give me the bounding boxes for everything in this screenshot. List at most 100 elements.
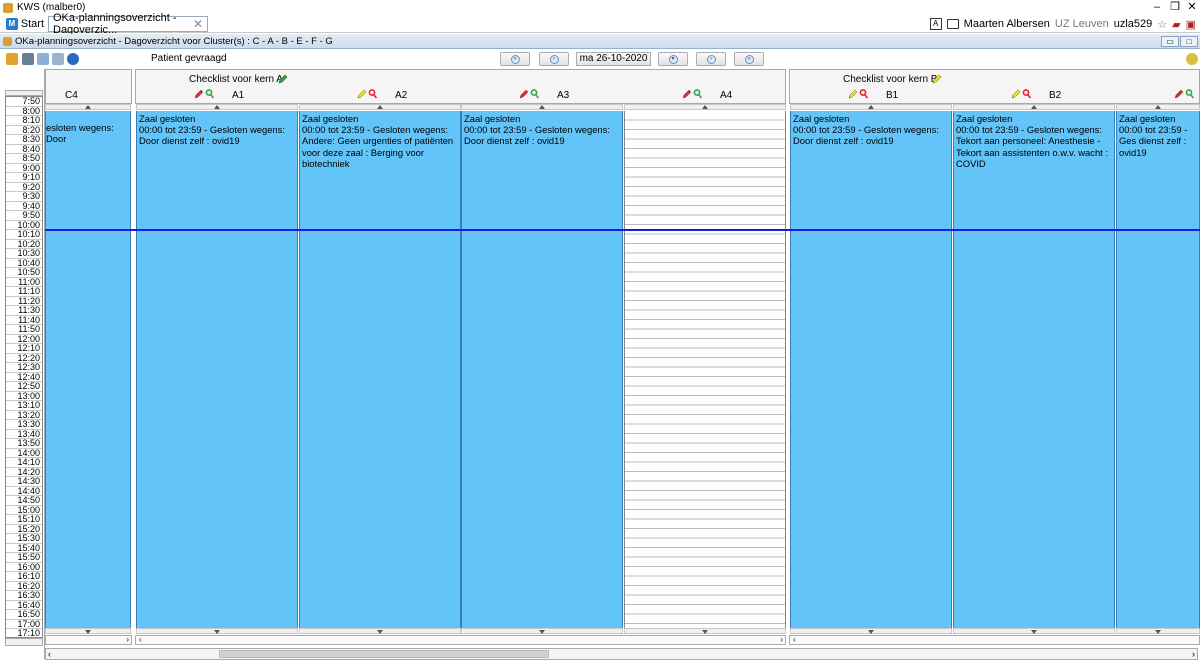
tab-planning-label: OKa-planningsoverzicht - Dagoverzic... bbox=[53, 12, 177, 36]
app-logo-icon bbox=[3, 2, 13, 13]
tab-start-label: Start bbox=[20, 18, 44, 30]
room-key-icon[interactable] bbox=[693, 89, 703, 99]
scroll-thumb[interactable] bbox=[219, 650, 549, 658]
b-scroll[interactable]: ‹ bbox=[789, 635, 1200, 645]
horizontal-scrollbar[interactable]: ‹ › bbox=[45, 648, 1198, 660]
tab-start[interactable]: M Start bbox=[6, 16, 44, 32]
c-scroll[interactable]: › bbox=[45, 635, 132, 645]
room-name[interactable]: B1 bbox=[886, 90, 898, 101]
tab-close-icon[interactable]: ✕ bbox=[193, 17, 203, 31]
room-pen-icon[interactable] bbox=[194, 89, 204, 99]
room-name[interactable]: A2 bbox=[395, 90, 407, 101]
refresh-icon[interactable] bbox=[6, 53, 18, 65]
room-scroll-down[interactable] bbox=[624, 628, 786, 634]
a-scroll[interactable]: ‹ › bbox=[135, 635, 786, 645]
patient-label: Patient gevraagd bbox=[151, 53, 227, 64]
room-column[interactable]: Zaal gesloten 00:00 tot 23:59 - Gesloten … bbox=[299, 111, 461, 628]
room-scroll-down[interactable] bbox=[299, 628, 461, 634]
room-pen-icon[interactable] bbox=[519, 89, 529, 99]
room-key-icon[interactable] bbox=[1185, 89, 1195, 99]
info-icon[interactable] bbox=[67, 53, 79, 65]
checklist-b-label[interactable]: Checklist voor kern B bbox=[843, 74, 937, 85]
room-key-icon[interactable] bbox=[1022, 89, 1032, 99]
room-scroll-down[interactable] bbox=[461, 628, 623, 634]
scroll-left-arrow[interactable]: ‹ bbox=[48, 649, 51, 659]
list-icon[interactable] bbox=[52, 53, 64, 65]
room-scroll-down[interactable] bbox=[45, 628, 131, 634]
nav-last-button[interactable]: » bbox=[734, 52, 764, 66]
room-status: Zaal gesloten bbox=[302, 113, 359, 124]
room-name[interactable]: A3 bbox=[557, 90, 569, 101]
room-status: Zaal gesloten bbox=[464, 113, 521, 124]
room-column[interactable]: esloten wegens: Door bbox=[45, 111, 131, 628]
room-pen-icon[interactable] bbox=[1011, 89, 1021, 99]
room-column[interactable] bbox=[624, 111, 786, 628]
time-scroll-down[interactable] bbox=[5, 638, 43, 646]
user-name[interactable]: Maarten Albersen bbox=[964, 18, 1050, 30]
close-window-button[interactable]: ✕ bbox=[1180, 0, 1200, 15]
header-group-c bbox=[45, 69, 132, 104]
user-login: uzla529 bbox=[1113, 18, 1153, 30]
room-scroll-down[interactable] bbox=[1116, 628, 1200, 634]
scroll-right-arrow[interactable]: › bbox=[1192, 649, 1195, 659]
room-column[interactable]: Zaal gesloten 00:00 tot 23:59 - Gesloten … bbox=[790, 111, 952, 628]
room-scroll-up[interactable] bbox=[461, 104, 623, 110]
room-pen-icon[interactable] bbox=[357, 89, 367, 99]
room-status: Zaal gesloten bbox=[793, 113, 850, 124]
planning-area: 7:50 8:00 8:10 8:20 8:30 8:40 8:50 9:00 9:10 9:20… bbox=[0, 69, 1200, 662]
room-column[interactable]: Zaal gesloten 00:00 tot 23:59 - Gesloten … bbox=[953, 111, 1115, 628]
exit-icon[interactable]: ▣ bbox=[1186, 18, 1196, 31]
app-switch-icon[interactable]: A bbox=[929, 18, 942, 30]
room-scroll-up[interactable] bbox=[790, 104, 952, 110]
room-pen-icon[interactable] bbox=[1174, 89, 1184, 99]
room-name[interactable]: B2 bbox=[1049, 90, 1061, 101]
room-status: Zaal gesloten bbox=[139, 113, 196, 124]
checklist-a-label[interactable]: Checklist voor kern A bbox=[189, 74, 283, 85]
search-icon[interactable] bbox=[1186, 53, 1198, 65]
monitor-icon[interactable] bbox=[946, 19, 959, 29]
room-column[interactable]: Zaal gesloten 00:00 tot 23:59 - Gesloten … bbox=[461, 111, 623, 628]
nav-prev-button[interactable]: ‹ bbox=[539, 52, 569, 66]
grid-icon[interactable] bbox=[37, 53, 49, 65]
tab-planning[interactable]: OKa-planningsoverzicht - Dagoverzic... ✕ bbox=[48, 12, 208, 36]
room-scroll-up[interactable] bbox=[1116, 104, 1200, 110]
room-pen-icon[interactable] bbox=[682, 89, 692, 99]
room-reason: 00:00 tot 23:59 - Gesloten wegens: Door … bbox=[139, 124, 285, 147]
checklist-a-pen-icon[interactable] bbox=[278, 74, 288, 84]
room-column[interactable]: Zaal gesloten 00:00 tot 23:59 - Ges diens… bbox=[1116, 111, 1200, 628]
star-icon[interactable]: ☆ bbox=[1157, 18, 1167, 31]
room-key-icon[interactable] bbox=[530, 89, 540, 99]
room-scroll-up[interactable] bbox=[299, 104, 461, 110]
user-area: A Maarten Albersen UZ Leuven uzla529 ☆ ▰… bbox=[929, 15, 1200, 33]
room-key-icon[interactable] bbox=[859, 89, 869, 99]
nav-first-button[interactable]: « bbox=[500, 52, 530, 66]
room-name[interactable]: C4 bbox=[65, 90, 78, 101]
frame-maximize-button[interactable]: □ bbox=[1180, 36, 1198, 47]
nav-next-button[interactable]: › bbox=[696, 52, 726, 66]
room-name[interactable]: A1 bbox=[232, 90, 244, 101]
room-key-icon[interactable] bbox=[205, 89, 215, 99]
room-scroll-up[interactable] bbox=[136, 104, 298, 110]
date-picker-button[interactable]: ▾ bbox=[658, 52, 688, 66]
time-panel: 7:50 8:00 8:10 8:20 8:30 8:40 8:50 9:00 9:10 9:20… bbox=[0, 69, 45, 659]
checklist-b-pen-icon[interactable] bbox=[932, 74, 942, 84]
room-scroll-up[interactable] bbox=[624, 104, 786, 110]
frame-minimize-button[interactable]: ▭ bbox=[1161, 36, 1179, 47]
room-reason: 00:00 tot 23:59 - Gesloten wegens: Tekor… bbox=[956, 124, 1108, 169]
room-scroll-down[interactable] bbox=[953, 628, 1115, 634]
room-reason: 00:00 tot 23:59 - Gesloten wegens: Door … bbox=[793, 124, 939, 147]
room-column[interactable]: Zaal gesloten 00:00 tot 23:59 - Gesloten … bbox=[136, 111, 298, 628]
room-scroll-down[interactable] bbox=[790, 628, 952, 634]
room-name[interactable]: A4 bbox=[720, 90, 732, 101]
room-scroll-up[interactable] bbox=[45, 104, 131, 110]
print-icon[interactable] bbox=[22, 53, 34, 65]
room-key-icon[interactable] bbox=[368, 89, 378, 99]
room-status: Zaal gesloten bbox=[1119, 113, 1176, 124]
room-pen-icon[interactable] bbox=[848, 89, 858, 99]
car-icon[interactable]: ▰ bbox=[1172, 18, 1180, 31]
room-scroll-down[interactable] bbox=[136, 628, 298, 634]
user-org: UZ Leuven bbox=[1054, 18, 1109, 30]
room-scroll-up[interactable] bbox=[953, 104, 1115, 110]
date-display[interactable]: ma 26-10-2020 bbox=[576, 52, 651, 66]
time-slot: 17:10 bbox=[6, 628, 42, 637]
